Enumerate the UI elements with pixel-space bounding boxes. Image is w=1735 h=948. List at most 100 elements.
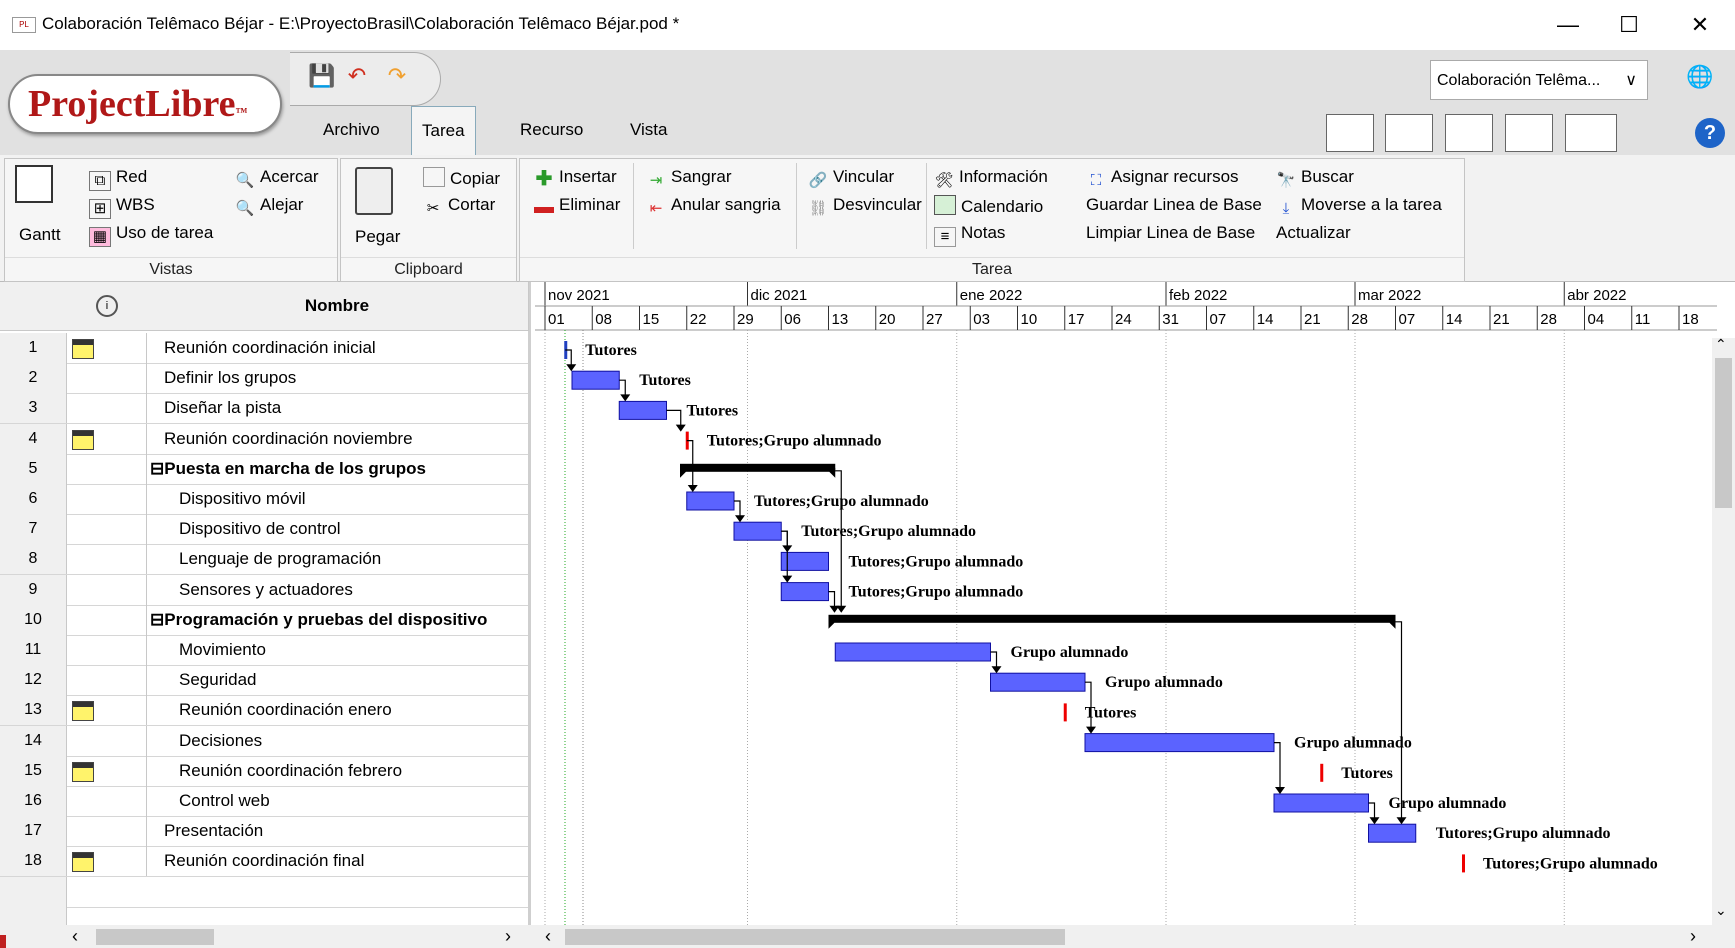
- task-name[interactable]: Sensores y actuadores: [179, 575, 353, 605]
- row-number[interactable]: 7: [0, 514, 67, 545]
- row-number[interactable]: 14: [0, 725, 67, 756]
- task-name[interactable]: Seguridad: [179, 665, 257, 695]
- task-name[interactable]: Movimiento: [179, 635, 266, 665]
- task-name[interactable]: Reunión coordinación febrero: [179, 756, 402, 786]
- alejar-button[interactable]: 🔍 Alejar: [235, 195, 304, 218]
- row-number[interactable]: 4: [0, 423, 67, 454]
- task-name[interactable]: Decisiones: [179, 726, 262, 756]
- table-row[interactable]: 11 Movimiento: [0, 635, 528, 666]
- row-number[interactable]: 5: [0, 453, 67, 484]
- task-name[interactable]: ⊟Programación y pruebas del dispositivo: [150, 605, 487, 635]
- help-icon[interactable]: ?: [1695, 118, 1725, 148]
- desvincular-button[interactable]: ⛓ Desvincular: [808, 195, 921, 218]
- task-name[interactable]: Dispositivo de control: [179, 514, 341, 544]
- row-number[interactable]: 15: [0, 755, 67, 786]
- task-name[interactable]: ⊟Puesta en marcha de los grupos: [150, 454, 426, 484]
- table-row[interactable]: 1 Reunión coordinación inicial: [0, 333, 528, 364]
- gantt-scroll-thumb[interactable]: [565, 929, 1065, 945]
- scroll-down-icon[interactable]: ⌄: [1715, 902, 1727, 919]
- row-number[interactable]: 13: [0, 695, 67, 726]
- row-number[interactable]: 1: [0, 333, 67, 363]
- wbs-button[interactable]: ⊞ WBS: [89, 195, 155, 219]
- row-number[interactable]: 12: [0, 665, 67, 696]
- maximize-button[interactable]: ☐: [1606, 8, 1652, 42]
- cortar-button[interactable]: ✂ Cortar: [423, 195, 496, 218]
- gantt-scroll-right-icon[interactable]: ›: [1690, 926, 1696, 947]
- close-button[interactable]: ✕: [1677, 8, 1723, 42]
- limpiar-linea-base-button[interactable]: Limpiar Linea de Base: [1086, 223, 1255, 243]
- informacion-button[interactable]: 🛠 Información: [934, 167, 1047, 190]
- table-scroll-right-icon[interactable]: ›: [505, 926, 511, 947]
- redo-icon[interactable]: ↷: [385, 64, 409, 88]
- actualizar-button[interactable]: Actualizar: [1276, 223, 1351, 243]
- table-scroll-left-icon[interactable]: ‹: [72, 926, 78, 947]
- guardar-linea-base-button[interactable]: Guardar Linea de Base: [1086, 195, 1262, 215]
- table-row[interactable]: 12 Seguridad: [0, 665, 528, 697]
- row-number[interactable]: 11: [0, 635, 67, 665]
- notas-button[interactable]: ≡ Notas: [934, 223, 1005, 247]
- calendario-button[interactable]: Calendario: [934, 195, 1043, 217]
- no-sub-view-icon[interactable]: [1565, 114, 1617, 152]
- row-number[interactable]: 10: [0, 604, 67, 635]
- gantt-scroll-left-icon[interactable]: ‹: [545, 926, 551, 947]
- resource-usage-view-icon[interactable]: [1505, 114, 1553, 152]
- table-row[interactable]: 4 Reunión coordinación noviembre: [0, 423, 528, 455]
- insertar-button[interactable]: ✚ Insertar: [534, 167, 617, 189]
- vertical-scroll-thumb[interactable]: [1715, 358, 1732, 508]
- eliminar-button[interactable]: ▬ Eliminar: [534, 195, 620, 217]
- table-row[interactable]: 10 ⊟Programación y pruebas del dispositiv…: [0, 604, 528, 636]
- row-number[interactable]: 3: [0, 393, 67, 424]
- table-row[interactable]: 13 Reunión coordinación enero: [0, 695, 528, 727]
- row-number[interactable]: 6: [0, 484, 67, 514]
- row-number[interactable]: 2: [0, 363, 67, 394]
- row-number[interactable]: 9: [0, 574, 67, 605]
- task-name[interactable]: Reunión coordinación noviembre: [164, 424, 413, 454]
- moverse-tarea-button[interactable]: ⤓ Moverse a la tarea: [1276, 195, 1442, 218]
- gantt-button[interactable]: Gantt: [19, 225, 61, 245]
- acercar-button[interactable]: 🔍 Acercar: [235, 167, 319, 190]
- anular-sangria-button[interactable]: ⇤ Anular sangria: [646, 195, 781, 218]
- table-row[interactable]: 8 Lenguaje de programación: [0, 544, 528, 576]
- table-row[interactable]: 16 Control web: [0, 786, 528, 817]
- pegar-button[interactable]: Pegar: [355, 227, 400, 247]
- task-name[interactable]: Definir los grupos: [164, 363, 296, 393]
- undo-icon[interactable]: ↶: [345, 64, 369, 88]
- table-row[interactable]: 9 Sensores y actuadores: [0, 574, 528, 606]
- table-row[interactable]: 6 Dispositivo móvil: [0, 484, 528, 515]
- vincular-button[interactable]: 🔗 Vincular: [808, 167, 894, 190]
- empty-row[interactable]: [0, 876, 528, 908]
- table-row[interactable]: 18 Reunión coordinación final: [0, 846, 528, 878]
- sangrar-button[interactable]: ⇥ Sangrar: [646, 167, 732, 190]
- histogram-view-icon[interactable]: [1326, 114, 1374, 152]
- table-row[interactable]: 7 Dispositivo de control: [0, 514, 528, 546]
- buscar-button[interactable]: 🔭 Buscar: [1276, 167, 1354, 190]
- task-name[interactable]: Lenguaje de programación: [179, 544, 381, 574]
- table-row[interactable]: 15 Reunión coordinación febrero: [0, 755, 528, 787]
- tab-vista[interactable]: Vista: [620, 106, 678, 154]
- project-selector[interactable]: Colaboración Telêma... ∨: [1430, 60, 1648, 100]
- row-number[interactable]: 17: [0, 816, 67, 847]
- row-number[interactable]: 18: [0, 846, 67, 877]
- gantt-icon[interactable]: [15, 165, 53, 203]
- nombre-column-header[interactable]: Nombre: [146, 282, 529, 331]
- table-scroll-thumb[interactable]: [96, 929, 214, 945]
- task-usage-view-icon[interactable]: [1445, 114, 1493, 152]
- save-icon[interactable]: 💾: [308, 64, 335, 88]
- task-name[interactable]: Reunión coordinación final: [164, 846, 364, 876]
- task-name[interactable]: Reunión coordinación enero: [179, 695, 392, 725]
- copiar-button[interactable]: Copiar: [423, 167, 500, 189]
- tab-tarea[interactable]: Tarea: [411, 106, 476, 155]
- tab-recurso[interactable]: Recurso: [510, 106, 593, 154]
- globe-icon[interactable]: 🌐: [1686, 64, 1713, 90]
- task-name[interactable]: Diseñar la pista: [164, 393, 281, 423]
- task-name[interactable]: Dispositivo móvil: [179, 484, 306, 514]
- uso-tarea-button[interactable]: ▦ Uso de tarea: [89, 223, 213, 247]
- paste-icon[interactable]: [355, 167, 393, 215]
- table-row[interactable]: 17 Presentación: [0, 816, 528, 848]
- table-row[interactable]: 14 Decisiones: [0, 725, 528, 757]
- vertical-scrollbar[interactable]: [1712, 338, 1735, 932]
- scroll-up-icon[interactable]: ⌃: [1715, 336, 1727, 353]
- asignar-recursos-button[interactable]: ⛶ Asignar recursos: [1086, 167, 1239, 190]
- charts-view-icon[interactable]: [1385, 114, 1433, 152]
- task-name[interactable]: Control web: [179, 786, 270, 816]
